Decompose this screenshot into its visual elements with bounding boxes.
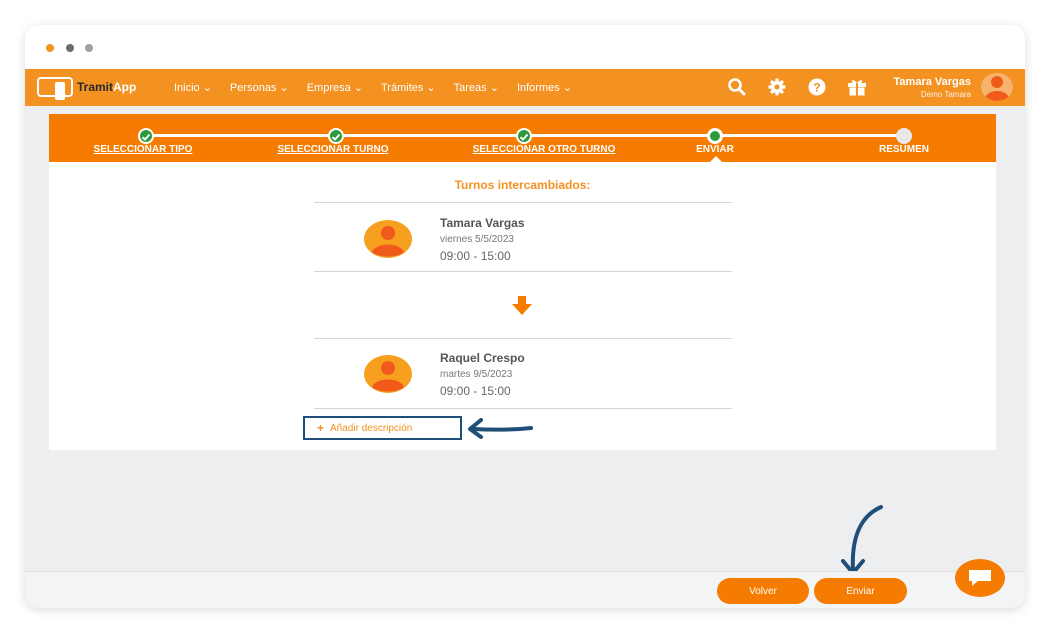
shift-card-target: Raquel Crespo martes 9/5/2023 09:00 - 15… (314, 339, 732, 407)
window-titlebar (25, 25, 1025, 69)
add-description-label: Añadir descripción (330, 422, 413, 434)
step-1-check-icon (138, 128, 154, 144)
step-4-current-dot (707, 128, 723, 144)
nav-item-tareas[interactable]: Tareas ⌄ (454, 81, 499, 94)
wizard-card: SELECCIONAR TIPO SELECCIONAR TURNO SELEC… (49, 114, 996, 450)
user-avatar[interactable] (981, 73, 1013, 101)
step-5-pending-dot (896, 128, 912, 144)
shift-person-name: Raquel Crespo (440, 351, 525, 365)
help-icon[interactable]: ? (805, 77, 829, 97)
annotation-arrow-left-icon (467, 418, 533, 445)
brand-name-part2: App (113, 80, 137, 94)
window-dot-dark (66, 44, 74, 52)
add-description-button[interactable]: + Añadir descripción (303, 416, 462, 440)
gear-icon[interactable] (765, 77, 789, 97)
brand-name-part1: Tramit (77, 80, 114, 94)
step-4-label: ENVIAR (696, 144, 734, 155)
shift-date: viernes 5/5/2023 (440, 234, 514, 245)
chat-button[interactable] (955, 559, 1005, 597)
shift-person-name: Tamara Vargas (440, 216, 525, 230)
window-dot-orange (46, 44, 54, 52)
divider (314, 271, 732, 272)
step-2-label[interactable]: SELECCIONAR TURNO (253, 144, 413, 155)
svg-text:?: ? (813, 81, 820, 95)
user-info[interactable]: Tamara Vargas Demo Tamara (881, 76, 971, 99)
user-company: Demo Tamara (920, 90, 971, 99)
divider (314, 408, 732, 409)
nav-item-personas[interactable]: Personas ⌄ (230, 81, 289, 94)
nav-item-tramites[interactable]: Trámites ⌄ (381, 81, 436, 94)
wizard-stepper: SELECCIONAR TIPO SELECCIONAR TURNO SELEC… (49, 114, 996, 163)
shift-card-origin: Tamara Vargas viernes 5/5/2023 09:00 - 1… (314, 204, 732, 272)
main-menu: Inicio ⌄ Personas ⌄ Empresa ⌄ Trámites ⌄… (174, 81, 572, 94)
avatar (364, 355, 412, 393)
section-title: Turnos intercambiados: (454, 178, 591, 192)
step-5-label: RESUMEN (878, 144, 929, 155)
divider (314, 202, 732, 203)
user-name: Tamara Vargas (893, 76, 971, 88)
nav-item-empresa[interactable]: Empresa ⌄ (307, 81, 363, 94)
nav-item-informes[interactable]: Informes ⌄ (517, 81, 572, 94)
window-dot-grey (85, 44, 93, 52)
step-1-label[interactable]: SELECCIONAR TIPO (63, 144, 223, 155)
back-button[interactable]: Volver (717, 578, 809, 604)
shift-time: 09:00 - 15:00 (440, 249, 511, 263)
send-button[interactable]: Enviar (814, 578, 907, 604)
nav-item-inicio[interactable]: Inicio ⌄ (174, 81, 212, 94)
gift-icon[interactable] (845, 77, 869, 97)
app-window: TramitApp Inicio ⌄ Personas ⌄ Empresa ⌄ … (25, 25, 1025, 608)
top-navbar: TramitApp Inicio ⌄ Personas ⌄ Empresa ⌄ … (25, 69, 1025, 106)
arrow-down-icon (511, 296, 533, 321)
brand-name: TramitApp (77, 80, 136, 94)
step-3-check-icon (516, 128, 532, 144)
logo-icon (37, 77, 73, 100)
chat-bubble-icon (969, 570, 991, 586)
search-icon[interactable] (725, 77, 749, 97)
avatar (364, 220, 412, 258)
navbar-icons: ? (725, 77, 869, 97)
step-3-label[interactable]: SELECCIONAR OTRO TURNO (454, 144, 634, 155)
shift-time: 09:00 - 15:00 (440, 384, 511, 398)
shift-date: martes 9/5/2023 (440, 369, 513, 380)
brand-logo[interactable]: TramitApp (37, 77, 136, 100)
step-2-check-icon (328, 128, 344, 144)
current-step-caret (709, 156, 723, 163)
plus-icon: + (317, 421, 325, 435)
